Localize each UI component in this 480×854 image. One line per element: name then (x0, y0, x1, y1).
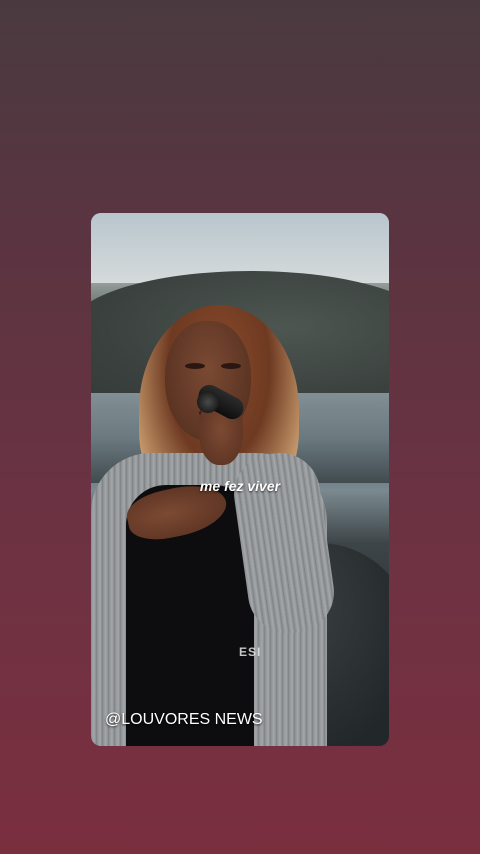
partial-background-text: ESI (239, 645, 262, 659)
account-watermark: @LOUVORES NEWS (105, 711, 263, 728)
singer-eye-right (221, 363, 241, 369)
singer-eye-left (185, 363, 205, 369)
story-video-card[interactable]: me fez viver ESI @LOUVORES NEWS (91, 213, 389, 746)
microphone-head (197, 391, 219, 413)
lyric-caption: me fez viver (199, 478, 281, 494)
